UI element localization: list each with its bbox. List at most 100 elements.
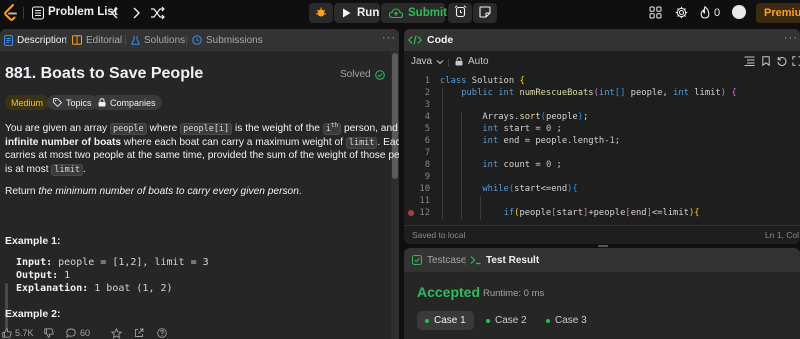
dislike-button[interactable]: [44, 328, 54, 338]
line-number: 12: [419, 208, 430, 218]
shuffle-icon[interactable]: [150, 5, 166, 21]
avatar[interactable]: [732, 5, 746, 19]
code-line[interactable]: [440, 196, 445, 206]
premium-button[interactable]: Premium: [756, 3, 800, 23]
tab-test-result[interactable]: Test Result: [470, 248, 539, 272]
reset-icon[interactable]: [777, 56, 787, 66]
code-tab-bar: Code ···: [404, 29, 800, 51]
tab-editorial[interactable]: Editorial: [72, 29, 122, 51]
alarm-icon: [454, 5, 467, 21]
tab-divider: [66, 35, 67, 45]
code-line[interactable]: Arrays.sort(people);: [440, 112, 588, 122]
streak-counter[interactable]: 0: [700, 6, 720, 19]
line-number: 3: [424, 100, 430, 110]
like-count: 5.7K: [15, 328, 34, 338]
like-button[interactable]: 5.7K: [2, 328, 34, 338]
difficulty-label: Medium: [11, 97, 44, 108]
code-line[interactable]: int end = people.length-1;: [440, 136, 620, 146]
submit-label: Submit: [408, 7, 447, 19]
code-line[interactable]: while(start<=end){: [440, 184, 577, 194]
tab-submissions[interactable]: Submissions: [192, 29, 263, 51]
case-tab-3[interactable]: Case 3: [538, 311, 595, 330]
streak-count: 0: [714, 6, 721, 19]
code-line[interactable]: int count = 0 ;: [440, 160, 561, 170]
play-icon: [342, 8, 351, 18]
tab-solutions-label: Solutions: [144, 34, 186, 46]
pass-dot: [486, 318, 490, 323]
auto-mode-toggle[interactable]: Auto: [455, 56, 489, 67]
timer-button[interactable]: [448, 3, 472, 23]
companies-chip[interactable]: Companies: [92, 95, 162, 110]
pass-dot: [546, 318, 550, 323]
vertical-splitter[interactable]: [400, 29, 403, 339]
flask-icon: [131, 35, 140, 45]
star-icon[interactable]: [111, 328, 122, 339]
comments-button[interactable]: 60: [66, 328, 90, 338]
lock-icon: [455, 57, 463, 66]
splitter-grip[interactable]: [598, 245, 608, 247]
notes-button[interactable]: [473, 3, 497, 23]
line-number: 4: [424, 112, 430, 122]
runtime-text: Runtime: 0 ms: [483, 288, 545, 299]
code-line[interactable]: class Solution {: [440, 76, 525, 86]
line-number: 2: [424, 88, 430, 98]
case-tab-2[interactable]: Case 2: [478, 311, 535, 330]
tab-solutions[interactable]: Solutions: [131, 29, 185, 51]
grid-icon[interactable]: [649, 6, 662, 19]
line-number: 7: [424, 148, 430, 158]
run-label: Run: [357, 7, 380, 19]
description-line-1: You are given an array people where peop…: [5, 122, 399, 135]
language-select[interactable]: Java: [411, 56, 444, 67]
format-icon[interactable]: [744, 56, 755, 66]
share-icon[interactable]: [134, 328, 144, 338]
check-circle-icon: [374, 69, 385, 80]
chevron-down-icon: [436, 59, 444, 65]
chevron-left-icon[interactable]: [108, 5, 122, 21]
tab-code-label: Code: [427, 34, 454, 46]
help-icon[interactable]: [157, 328, 167, 338]
top-bar: Problem List Run Submit 0 Premiu: [0, 0, 800, 26]
code-line[interactable]: [440, 148, 445, 158]
code-line[interactable]: [440, 100, 445, 110]
run-button[interactable]: Run: [334, 3, 380, 23]
tab-code[interactable]: Code: [408, 29, 453, 51]
difficulty-badge: Medium: [5, 95, 50, 110]
auto-mode-label: Auto: [468, 56, 489, 67]
code-line[interactable]: if(people[start]+people[end]<=limit){: [440, 208, 700, 218]
comment-icon: [66, 328, 76, 338]
code-line[interactable]: public int numRescueBoats(int[] people, …: [440, 88, 736, 98]
tab-testcase-label: Testcase: [427, 254, 467, 266]
breakpoint-marker[interactable]: [408, 210, 414, 216]
expand-icon[interactable]: [792, 56, 800, 66]
tab-divider: [125, 35, 126, 45]
submit-button[interactable]: Submit: [381, 3, 447, 23]
solved-status: Solved: [340, 69, 385, 80]
document-icon: [4, 34, 13, 46]
bookmark-icon[interactable]: [762, 56, 770, 66]
tab-test-result-label: Test Result: [486, 254, 540, 266]
topics-chip[interactable]: Topics: [47, 95, 98, 110]
code-line[interactable]: [440, 172, 445, 182]
more-options-icon[interactable]: ···: [784, 32, 798, 44]
scrollbar[interactable]: [391, 51, 399, 339]
leetcode-logo-icon[interactable]: [4, 4, 18, 22]
tab-editorial-label: Editorial: [86, 34, 123, 46]
line-number: 9: [424, 172, 430, 182]
book-icon: [72, 35, 82, 45]
gear-icon[interactable]: [675, 6, 688, 19]
divider: [448, 59, 449, 67]
cursor-position: Ln 1, Col 1: [765, 230, 800, 240]
list-icon[interactable]: [32, 6, 44, 20]
tab-description[interactable]: Description: [4, 29, 67, 51]
code-line[interactable]: int start = 0 ;: [440, 124, 561, 134]
saved-status: Saved to local: [412, 230, 466, 240]
case-tab-1[interactable]: Case 1: [417, 311, 474, 330]
debug-icon: [315, 6, 327, 21]
more-options-icon[interactable]: ···: [382, 32, 396, 44]
debug-button[interactable]: [309, 3, 333, 23]
chevron-right-icon[interactable]: [129, 5, 143, 21]
tab-testcase[interactable]: Testcase: [412, 248, 466, 272]
editor-toolbar: Java Auto: [404, 51, 800, 73]
solved-label: Solved: [340, 69, 371, 80]
left-tab-bar: Description Editorial Solutions Submissi…: [0, 29, 399, 51]
